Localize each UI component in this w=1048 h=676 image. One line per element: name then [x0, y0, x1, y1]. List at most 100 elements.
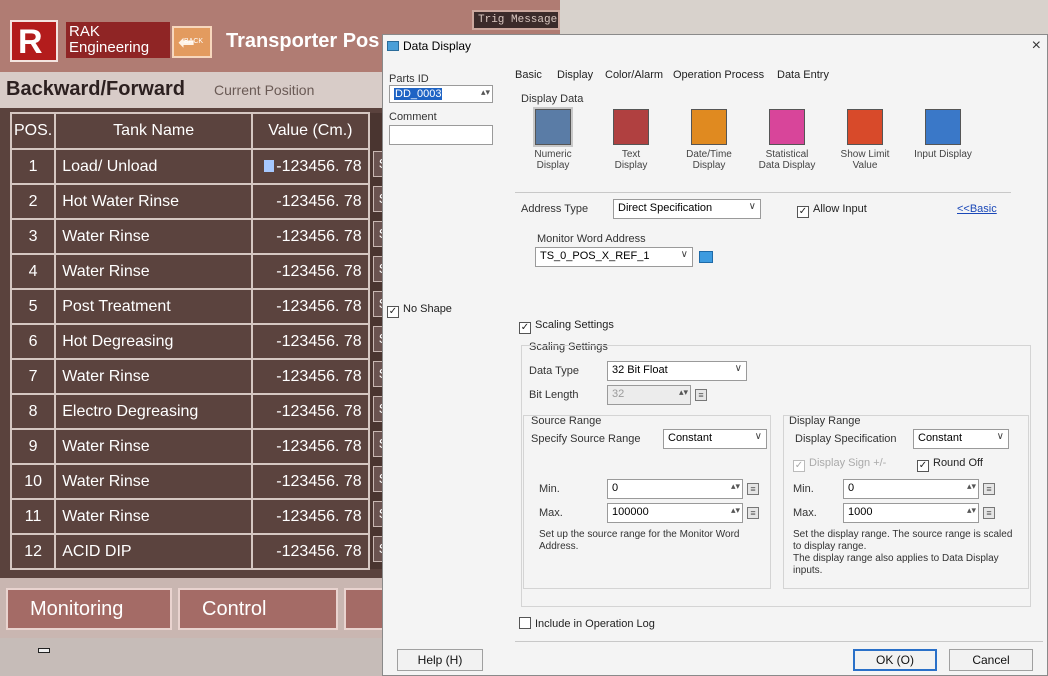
tab-operation-process[interactable]: Operation Process: [673, 69, 764, 81]
source-min-field[interactable]: 0 ▴▾: [607, 479, 743, 499]
address-browse-icon[interactable]: [699, 251, 713, 263]
basic-mode-link[interactable]: <<Basic: [957, 203, 997, 215]
bit-length-field: 32 ▴▾: [607, 385, 691, 405]
round-off-checkbox[interactable]: ✓ Round Off: [917, 457, 983, 472]
tank-name-cell: Load/ Unload: [54, 148, 254, 185]
tab-color-alarm[interactable]: Color/Alarm: [605, 69, 663, 81]
ok-button[interactable]: OK (O): [853, 649, 937, 671]
minimize-icon[interactable]: [38, 648, 50, 653]
comment-label: Comment: [389, 111, 437, 123]
no-shape-checkbox[interactable]: ✓ No Shape: [387, 303, 452, 318]
display-min-field[interactable]: 0 ▴▾: [843, 479, 979, 499]
tab-data-entry[interactable]: Data Entry: [777, 69, 829, 81]
pos-cell: 8: [9, 393, 57, 430]
address-type-select[interactable]: Direct Specification ∨: [613, 199, 761, 219]
dialog-titlebar: Data Display ×: [383, 35, 1047, 59]
back-button[interactable]: ⬅ BACK: [172, 26, 212, 58]
table-row[interactable]: 5Post Treatment-123456. 78Sav: [9, 288, 419, 325]
parts-id-label: Parts ID: [389, 73, 429, 85]
table-row[interactable]: 3Water Rinse-123456. 78Sav: [9, 218, 419, 255]
source-max-label: Max.: [539, 507, 563, 519]
monitor-word-address-select[interactable]: TS_0_POS_X_REF_1 ∨: [535, 247, 693, 267]
value-text: -123456. 78: [276, 437, 362, 455]
scaling-settings-checkbox[interactable]: ✓ Scaling Settings: [519, 319, 614, 334]
value-text: -123456. 78: [276, 262, 362, 280]
footer-button-3[interactable]: [344, 588, 384, 630]
chevron-down-icon: ∨: [680, 249, 688, 260]
display-type-label: Input Display: [914, 149, 972, 160]
control-button[interactable]: Control: [178, 588, 338, 630]
calculator-icon[interactable]: ≡: [983, 507, 995, 519]
specify-source-range-select[interactable]: Constant ∨: [663, 429, 767, 449]
display-type-4[interactable]: Show Limit Value: [827, 109, 903, 171]
value-text: -123456. 78: [276, 472, 362, 490]
display-max-label: Max.: [793, 507, 817, 519]
value-cell[interactable]: -123456. 78: [251, 148, 370, 185]
display-max-field[interactable]: 1000 ▴▾: [843, 503, 979, 523]
value-cell[interactable]: -123456. 78: [251, 253, 370, 290]
divider: [515, 192, 1011, 193]
help-button[interactable]: Help (H): [397, 649, 483, 671]
hmi-title: Transporter Pos: [226, 30, 380, 52]
monitoring-button[interactable]: Monitoring: [6, 588, 172, 630]
display-type-0[interactable]: Numeric Display: [515, 109, 591, 171]
calculator-icon[interactable]: ≡: [747, 507, 759, 519]
include-operation-log-checkbox[interactable]: Include in Operation Log: [519, 617, 655, 630]
table-row[interactable]: 4Water Rinse-123456. 78Sav: [9, 253, 419, 290]
source-max-field[interactable]: 100000 ▴▾: [607, 503, 743, 523]
company-name: RAK Engineering: [66, 22, 170, 58]
table-row[interactable]: 12ACID DIP-123456. 78Sav: [9, 533, 419, 570]
table-row[interactable]: 11Water Rinse-123456. 78Sav: [9, 498, 419, 535]
tank-name-cell: Hot Water Rinse: [54, 183, 254, 220]
check-icon: ✓: [793, 460, 805, 472]
value-cell[interactable]: -123456. 78: [251, 498, 370, 535]
comment-field[interactable]: [389, 125, 493, 145]
value-cell[interactable]: -123456. 78: [251, 218, 370, 255]
table-row[interactable]: 8Electro Degreasing-123456. 78Sav: [9, 393, 419, 430]
display-type-label: Text Display: [614, 149, 648, 171]
allow-input-checkbox[interactable]: ✓ Allow Input: [797, 203, 867, 218]
spin-arrows-icon[interactable]: ▴▾: [481, 87, 490, 98]
display-type-3[interactable]: Statistical Data Display: [749, 109, 825, 171]
monitor-word-address-label: Monitor Word Address: [537, 233, 646, 245]
value-cell[interactable]: -123456. 78: [251, 358, 370, 395]
value-cell[interactable]: -123456. 78: [251, 428, 370, 465]
value-cell[interactable]: -123456. 78: [251, 323, 370, 360]
display-type-5[interactable]: Input Display: [905, 109, 981, 160]
value-cell[interactable]: -123456. 78: [251, 463, 370, 500]
value-cell[interactable]: -123456. 78: [251, 288, 370, 325]
close-icon[interactable]: ×: [1032, 37, 1041, 55]
selection-handle-icon[interactable]: [264, 160, 275, 173]
tab-display[interactable]: Display: [557, 69, 593, 81]
value-text: -123456. 78: [276, 227, 362, 245]
calculator-icon[interactable]: ≡: [983, 483, 995, 495]
display-min-label: Min.: [793, 483, 814, 495]
data-display-icon: [387, 41, 399, 51]
display-type-1[interactable]: Text Display: [593, 109, 669, 171]
table-row[interactable]: 6Hot Degreasing-123456. 78Sav: [9, 323, 419, 360]
table-row[interactable]: 9Water Rinse-123456. 78Sav: [9, 428, 419, 465]
display-specification-select[interactable]: Constant ∨: [913, 429, 1009, 449]
display-type-2[interactable]: Date/Time Display: [671, 109, 747, 171]
table-row[interactable]: 7Water Rinse-123456. 78Sav: [9, 358, 419, 395]
parts-id-value: DD_0003: [394, 88, 443, 100]
parts-id-field[interactable]: DD_0003 ▴▾: [389, 85, 493, 103]
table-row[interactable]: 2Hot Water Rinse-123456. 78Sav: [9, 183, 419, 220]
pos-cell: 6: [9, 323, 57, 360]
value-text: -123456. 78: [276, 542, 362, 560]
data-type-select[interactable]: 32 Bit Float ∨: [607, 361, 747, 381]
value-cell[interactable]: -123456. 78: [251, 183, 370, 220]
tank-name-cell: Water Rinse: [54, 428, 254, 465]
spin-arrows-icon: ▴▾: [678, 387, 688, 397]
display-type-label: Statistical Data Display: [758, 149, 816, 171]
table-row[interactable]: 1Load/ Unload-123456. 78Sav: [9, 148, 419, 185]
calculator-icon[interactable]: ≡: [747, 483, 759, 495]
value-cell[interactable]: -123456. 78: [251, 533, 370, 570]
spin-arrows-icon: ▴▾: [730, 481, 740, 491]
tab-basic[interactable]: Basic: [515, 69, 542, 81]
table-row[interactable]: 10Water Rinse-123456. 78Sav: [9, 463, 419, 500]
cancel-button[interactable]: Cancel: [949, 649, 1033, 671]
data-type-label: Data Type: [529, 365, 579, 377]
value-cell[interactable]: -123456. 78: [251, 393, 370, 430]
pos-cell: 5: [9, 288, 57, 325]
